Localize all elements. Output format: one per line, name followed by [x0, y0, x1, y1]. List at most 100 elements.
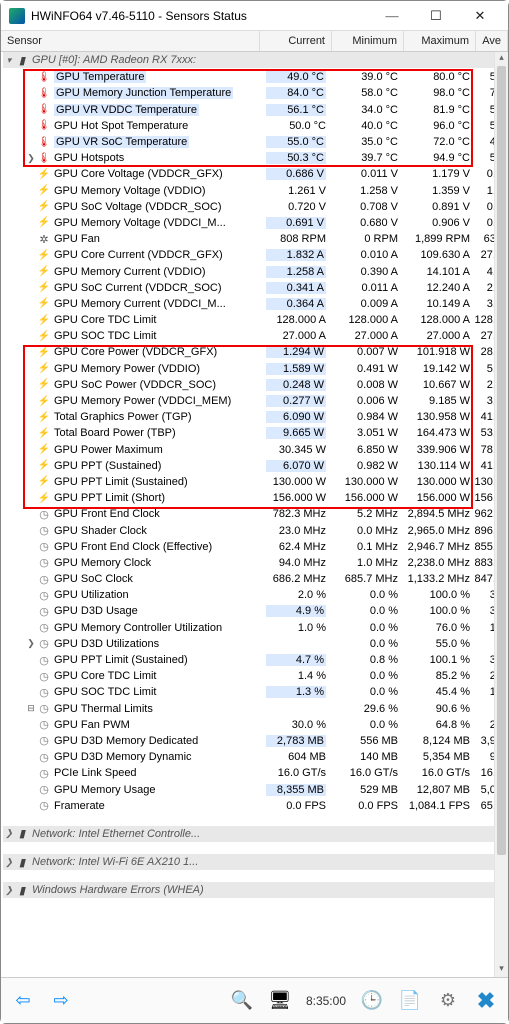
expand-arrow[interactable]: ❯	[25, 638, 37, 649]
sensor-row[interactable]: GPU SoC Current (VDDCR_SOC)0.341 A0.011 …	[3, 280, 506, 296]
sensor-row[interactable]: Total Graphics Power (TGP)6.090 W0.984 W…	[3, 409, 506, 425]
sensor-row[interactable]: GPU D3D Usage4.9 %0.0 %100.0 %31	[3, 603, 506, 619]
expand-arrow[interactable]: ▾	[3, 55, 15, 66]
sensor-label: GPU Core Current (VDDCR_GFX)	[54, 249, 258, 261]
col-maximum[interactable]: Maximum	[404, 31, 476, 51]
col-average[interactable]: Ave	[476, 31, 508, 51]
sensor-row[interactable]: GPU Memory Clock94.0 MHz1.0 MHz2,238.0 M…	[3, 555, 506, 571]
section-header[interactable]: ❯Network: Intel Wi-Fi 6E AX210 1...	[3, 854, 506, 870]
sensor-row[interactable]: GPU PPT Limit (Sustained)130.000 W130.00…	[3, 474, 506, 490]
sensor-label: Total Graphics Power (TGP)	[54, 411, 258, 423]
expand-arrow[interactable]: ❯	[3, 857, 15, 868]
sensor-row[interactable]: GPU Memory Power (VDDIO)1.589 W0.491 W19…	[3, 361, 506, 377]
search-button[interactable]: 🔍	[224, 983, 260, 1019]
sensor-row[interactable]: GPU Memory Voltage (VDDIO)1.261 V1.258 V…	[3, 183, 506, 199]
chip-icon	[15, 855, 29, 869]
sensor-row[interactable]: GPU Hot Spot Temperature50.0 °C40.0 °C96…	[3, 118, 506, 134]
sensor-row[interactable]: GPU Power Maximum30.345 W6.850 W339.906 …	[3, 442, 506, 458]
sensor-max: 164.473 W	[402, 427, 474, 439]
sensor-row[interactable]: GPU VR VDDC Temperature56.1 °C34.0 °C81.…	[3, 102, 506, 118]
column-header[interactable]: Sensor Current Minimum Maximum Ave	[1, 31, 508, 52]
sensor-row[interactable]: GPU Temperature49.0 °C39.0 °C80.0 °C53	[3, 69, 506, 85]
sensor-min: 0.1 MHz	[330, 541, 402, 553]
lightning-icon	[37, 200, 51, 214]
expand-arrow[interactable]: ❯	[25, 153, 37, 164]
sensor-row[interactable]: GPU Memory Current (VDDIO)1.258 A0.390 A…	[3, 263, 506, 279]
sensor-label: GPU Core TDC Limit	[54, 314, 258, 326]
col-current[interactable]: Current	[260, 31, 332, 51]
log-button[interactable]: 📄	[392, 983, 428, 1019]
lightning-icon	[37, 265, 51, 279]
monitor-button[interactable]: 🖥	[262, 983, 298, 1019]
sensor-row[interactable]: GPU Core Current (VDDCR_GFX)1.832 A0.010…	[3, 247, 506, 263]
section-header[interactable]: ❯Windows Hardware Errors (WHEA)	[3, 882, 506, 898]
sensor-row[interactable]: GPU PPT (Sustained)6.070 W0.982 W130.114…	[3, 458, 506, 474]
sensor-row[interactable]: GPU Memory Voltage (VDDCI_M...0.691 V0.6…	[3, 215, 506, 231]
scroll-down-button[interactable]: ▾	[495, 963, 508, 977]
settings-button[interactable]	[430, 983, 466, 1019]
sensor-row[interactable]: GPU SoC Clock686.2 MHz685.7 MHz1,133.2 M…	[3, 571, 506, 587]
sensor-row[interactable]: GPU D3D Memory Dynamic604 MB140 MB5,354 …	[3, 749, 506, 765]
lightning-icon	[37, 394, 51, 408]
maximize-button[interactable]: ☐	[414, 2, 458, 30]
expand-arrow[interactable]: ⊟	[25, 703, 37, 714]
sensor-row[interactable]: GPU SOC TDC Limit27.000 A27.000 A27.000 …	[3, 328, 506, 344]
sensor-row[interactable]: GPU Fan PWM30.0 %0.0 %64.8 %22	[3, 717, 506, 733]
fan-icon	[37, 232, 51, 246]
lightning-icon	[37, 443, 51, 457]
expand-arrow[interactable]: ❯	[3, 885, 15, 896]
sensor-row[interactable]: GPU Core Voltage (VDDCR_GFX)0.686 V0.011…	[3, 166, 506, 182]
sensor-max: 10.667 W	[402, 379, 474, 391]
sensor-label: GPU Core Power (VDDCR_GFX)	[54, 346, 258, 358]
sensor-cur: 16.0 GT/s	[258, 767, 330, 779]
col-sensor[interactable]: Sensor	[1, 31, 260, 51]
sensor-row[interactable]: PCIe Link Speed16.0 GT/s16.0 GT/s16.0 GT…	[3, 765, 506, 781]
col-minimum[interactable]: Minimum	[332, 31, 404, 51]
sensor-row[interactable]: GPU Utilization2.0 %0.0 %100.0 %32	[3, 587, 506, 603]
sensor-row[interactable]: GPU Memory Controller Utilization1.0 %0.…	[3, 620, 506, 636]
expand-all-button[interactable]: ⇦	[5, 983, 41, 1019]
sensor-row[interactable]: GPU SOC TDC Limit1.3 %0.0 %45.4 %10	[3, 684, 506, 700]
sensor-row[interactable]: GPU Core Power (VDDCR_GFX)1.294 W0.007 W…	[3, 344, 506, 360]
sensor-row[interactable]: Total Board Power (TBP)9.665 W3.051 W164…	[3, 425, 506, 441]
clock-icon[interactable]: 🕒	[354, 983, 390, 1019]
sensor-row[interactable]: GPU Memory Current (VDDCI_M...0.364 A0.0…	[3, 296, 506, 312]
sensor-row[interactable]: ❯GPU D3D Utilizations0.0 %55.0 %	[3, 636, 506, 652]
sensor-row[interactable]: GPU Front End Clock782.3 MHz5.2 MHz2,894…	[3, 506, 506, 522]
section-header[interactable]: ❯Network: Intel Ethernet Controlle...	[3, 826, 506, 842]
clock-icon	[37, 750, 51, 764]
sensor-row[interactable]: GPU SoC Power (VDDCR_SOC)0.248 W0.008 W1…	[3, 377, 506, 393]
scroll-thumb[interactable]	[497, 66, 506, 855]
sensor-row[interactable]: GPU VR SoC Temperature55.0 °C35.0 °C72.0…	[3, 134, 506, 150]
sensor-row[interactable]: GPU Core TDC Limit1.4 %0.0 %85.2 %21	[3, 668, 506, 684]
sensor-cur: 686.2 MHz	[258, 573, 330, 585]
sensor-label: GPU Core Voltage (VDDCR_GFX)	[54, 168, 258, 180]
vertical-scrollbar[interactable]: ▴ ▾	[494, 52, 508, 977]
sensor-label: GPU Memory Current (VDDIO)	[54, 266, 258, 278]
sensor-min: 0.0 FPS	[330, 800, 402, 812]
sensor-row[interactable]: GPU D3D Memory Dedicated2,783 MB556 MB8,…	[3, 733, 506, 749]
sensor-row[interactable]: GPU SoC Voltage (VDDCR_SOC)0.720 V0.708 …	[3, 199, 506, 215]
sensor-row[interactable]: GPU Memory Junction Temperature84.0 °C58…	[3, 85, 506, 101]
sensor-row[interactable]: GPU PPT Limit (Short)156.000 W156.000 W1…	[3, 490, 506, 506]
sensor-row[interactable]: GPU Shader Clock23.0 MHz0.0 MHz2,965.0 M…	[3, 522, 506, 538]
close-button[interactable]: ✕	[458, 2, 502, 30]
sensor-max: 2,946.7 MHz	[402, 541, 474, 553]
sensor-row[interactable]: GPU Front End Clock (Effective)62.4 MHz0…	[3, 539, 506, 555]
sensor-row[interactable]: GPU Fan808 RPM0 RPM1,899 RPM638	[3, 231, 506, 247]
sensor-row[interactable]: GPU Memory Usage8,355 MB529 MB12,807 MB5…	[3, 781, 506, 797]
sensor-row[interactable]: Framerate0.0 FPS0.0 FPS1,084.1 FPS65.4	[3, 798, 506, 814]
sensor-row[interactable]: GPU Core TDC Limit128.000 A128.000 A128.…	[3, 312, 506, 328]
scroll-up-button[interactable]: ▴	[495, 52, 508, 66]
sensor-row[interactable]: GPU PPT Limit (Sustained)4.7 %0.8 %100.1…	[3, 652, 506, 668]
sensor-row[interactable]: GPU Memory Power (VDDCI_MEM)0.277 W0.006…	[3, 393, 506, 409]
collapse-all-button[interactable]: ⇨	[43, 983, 79, 1019]
expand-arrow[interactable]: ❯	[3, 828, 15, 839]
sensor-cur: 49.0 °C	[258, 71, 330, 83]
sensor-max: 156.000 W	[402, 492, 474, 504]
sensor-row[interactable]: ❯GPU Hotspots50.3 °C39.7 °C94.9 °C58	[3, 150, 506, 166]
sensor-row[interactable]: ⊟GPU Thermal Limits29.6 %90.6 %	[3, 701, 506, 717]
section-header[interactable]: ▾GPU [#0]: AMD Radeon RX 7xxx:	[3, 52, 506, 68]
minimize-button[interactable]: —	[370, 2, 414, 30]
close-sensors-button[interactable]: ✖	[468, 983, 504, 1019]
